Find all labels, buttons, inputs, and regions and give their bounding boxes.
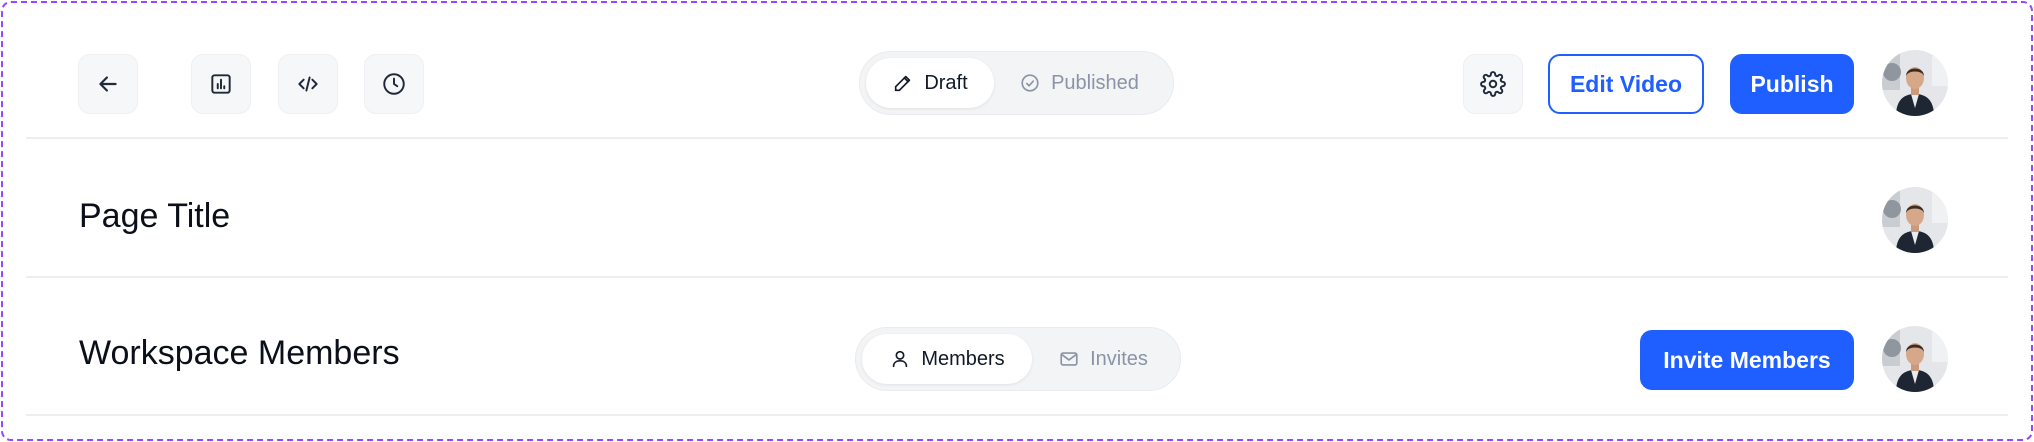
page-header: Page Title — [26, 139, 2008, 277]
tab-members[interactable]: Members — [862, 334, 1032, 384]
status-toggle: Draft Published — [859, 51, 1174, 115]
arrow-left-icon — [99, 76, 117, 92]
status-published-option[interactable]: Published — [994, 58, 1164, 108]
workspace-title: Workspace Members — [79, 334, 400, 372]
publish-button[interactable]: Publish — [1730, 54, 1854, 114]
members-tab-label: Members — [921, 347, 1005, 370]
avatar[interactable] — [1882, 326, 1948, 392]
invites-tab-label: Invites — [1090, 347, 1148, 370]
history-button[interactable] — [364, 54, 424, 114]
edit-video-button[interactable]: Edit Video — [1548, 54, 1704, 114]
workspace-members-header: Workspace Members Members Invites Invite… — [26, 278, 2008, 414]
back-button[interactable] — [78, 54, 138, 114]
avatar[interactable] — [1882, 50, 1948, 116]
code-icon — [298, 76, 318, 92]
divider — [26, 414, 2008, 416]
avatar-image — [1882, 50, 1948, 116]
gear-icon — [1480, 71, 1506, 97]
editor-toolbar: Draft Published Edit Video Publish — [26, 2, 2008, 138]
invite-members-button[interactable]: Invite Members — [1640, 330, 1854, 390]
bar-chart-icon — [211, 74, 231, 94]
draft-label: Draft — [924, 71, 968, 94]
clock-icon — [383, 73, 405, 95]
avatar[interactable] — [1882, 187, 1948, 253]
pencil-icon — [895, 75, 911, 92]
members-tabs: Members Invites — [855, 327, 1181, 391]
mail-icon — [1060, 352, 1078, 366]
published-label: Published — [1051, 71, 1139, 94]
settings-button[interactable] — [1463, 54, 1523, 114]
avatar-image — [1882, 187, 1948, 253]
page-title: Page Title — [79, 197, 231, 235]
status-draft-option[interactable]: Draft — [866, 58, 994, 108]
check-circle-icon — [1021, 74, 1039, 92]
analytics-button[interactable] — [191, 54, 251, 114]
avatar-image — [1882, 326, 1948, 392]
embed-button[interactable] — [278, 54, 338, 114]
tab-invites[interactable]: Invites — [1032, 334, 1174, 384]
user-icon — [893, 350, 908, 368]
